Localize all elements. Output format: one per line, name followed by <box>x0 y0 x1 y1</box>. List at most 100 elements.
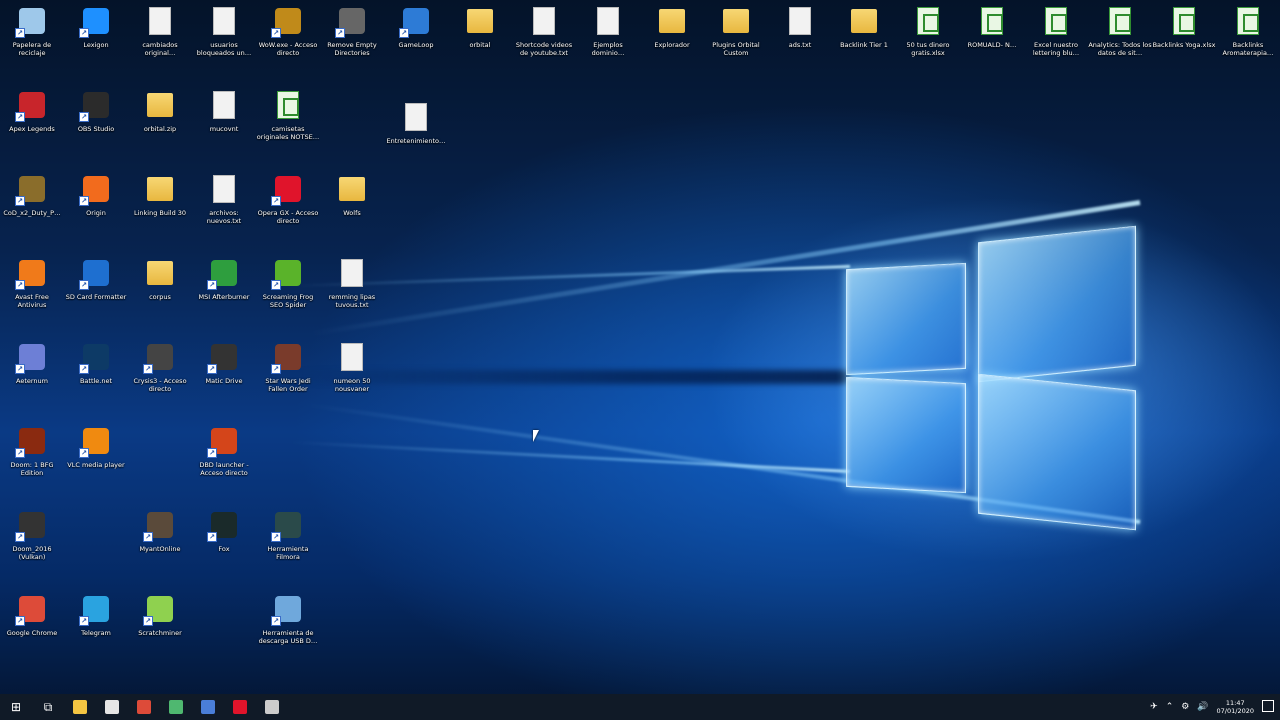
desktop-icon[interactable]: archivos: nuevos.txt <box>192 174 256 250</box>
desktop-icon[interactable]: ↗ Herramienta de descarga USB D… <box>256 594 320 670</box>
desktop-icon-label: Ejemplos dominio… <box>591 41 625 57</box>
desktop-icon[interactable]: ↗ Papelera de reciclaje <box>0 6 64 82</box>
shortcut-arrow-icon: ↗ <box>79 448 89 458</box>
settings-icon[interactable]: ⚙ <box>1181 702 1189 712</box>
clock-date: 07/01/2020 <box>1216 707 1254 715</box>
volume-icon[interactable]: 🔊 <box>1197 702 1208 712</box>
desktop-icon[interactable]: ↗ MSI Afterburner <box>192 258 256 334</box>
app-icon: ↗ <box>79 258 111 290</box>
desktop-icon[interactable]: orbital.zip <box>128 90 192 166</box>
chevron-up-icon[interactable]: ⌃ <box>1166 702 1174 712</box>
shortcut-arrow-icon: ↗ <box>271 364 281 374</box>
logo-pane <box>978 225 1136 383</box>
desktop-icon[interactable]: mucovnt <box>192 90 256 166</box>
desktop-icon[interactable]: Linking Build 30 <box>128 174 192 250</box>
desktop-icon[interactable]: ↗ Telegram <box>64 594 128 670</box>
telegram-icon[interactable] <box>160 694 192 720</box>
desktop-icon[interactable]: ROMUALD- N… <box>960 6 1024 82</box>
spreadsheet-icon <box>1041 6 1071 36</box>
desktop-icon-label: VLC media player <box>67 461 125 469</box>
shortcut-arrow-icon: ↗ <box>271 28 281 38</box>
desktop-icon[interactable]: Backlinks Yoga.xlsx <box>1152 6 1216 82</box>
desktop-icon[interactable]: ↗ Fox <box>192 510 256 586</box>
document-icon <box>145 6 175 36</box>
desktop-icon[interactable]: ↗ DBD launcher - Acceso directo <box>192 426 256 502</box>
app-icon: ↗ <box>143 594 175 626</box>
desktop-icon[interactable]: ↗ VLC media player <box>64 426 128 502</box>
chrome-icon[interactable] <box>128 694 160 720</box>
desktop-icon-label: Herramienta de descarga USB D… <box>258 629 318 645</box>
remote-icon[interactable] <box>192 694 224 720</box>
desktop-icon-label: Google Chrome <box>6 629 58 637</box>
desktop-icon[interactable]: ↗ Aeternum <box>0 342 64 418</box>
desktop-icon[interactable]: Excel nuestro lettering blu… <box>1024 6 1088 82</box>
desktop-icon[interactable]: Explorador <box>640 6 704 82</box>
desktop-icon[interactable]: Backlinks Aromaterapia… <box>1216 6 1280 82</box>
opera-icon[interactable] <box>224 694 256 720</box>
desktop-icon[interactable]: Wolfs <box>320 174 384 250</box>
desktop-icon[interactable]: ads.txt <box>768 6 832 82</box>
desktop-icon[interactable]: ↗ Crysis3 - Acceso directo <box>128 342 192 418</box>
shortcut-arrow-icon: ↗ <box>79 196 89 206</box>
desktop-icon[interactable]: Plugins Orbital Custom <box>704 6 768 82</box>
desktop-icon[interactable]: ↗ Star Wars Jedi Fallen Order <box>256 342 320 418</box>
shortcut-arrow-icon: ↗ <box>79 112 89 122</box>
zip-icon <box>145 90 175 120</box>
desktop-icon[interactable]: ↗ WoW.exe - Acceso directo <box>256 6 320 82</box>
desktop-icon[interactable]: 50 tus dinero gratis.xlsx <box>896 6 960 82</box>
desktop-icon[interactable]: ↗ MyantOnline <box>128 510 192 586</box>
shortcut-arrow-icon: ↗ <box>79 616 89 626</box>
logo-pane <box>846 376 966 494</box>
desktop-icon[interactable]: numeon 50 nousvaner <box>320 342 384 418</box>
desktop-icon[interactable]: ↗ Screaming Frog SEO Spider <box>256 258 320 334</box>
desktop-icon[interactable]: ↗ Origin <box>64 174 128 250</box>
desktop-icon-label: Star Wars Jedi Fallen Order <box>265 377 311 393</box>
desktop-icon[interactable]: ↗ Battle.net <box>64 342 128 418</box>
desktop-icon[interactable]: Analytics: Todos los datos de sit… <box>1088 6 1152 82</box>
windows-start-icon[interactable]: ⊞ <box>0 694 32 720</box>
desktop-icon[interactable]: ↗ Doom: 1 BFG Edition <box>0 426 64 502</box>
desktop-icon[interactable]: cambiados original… <box>128 6 192 82</box>
desktop-icon[interactable]: corpus <box>128 258 192 334</box>
notification-center-icon[interactable] <box>1262 700 1274 712</box>
desktop-icon[interactable]: ↗ Avast Free Antivirus <box>0 258 64 334</box>
logo-pane <box>846 262 966 376</box>
desktop-icon-label: Doom: 1 BFG Edition <box>10 461 54 477</box>
shortcut-arrow-icon: ↗ <box>399 28 409 38</box>
desktop-icon[interactable]: ↗ Apex Legends <box>0 90 64 166</box>
desktop-icon[interactable]: usuarios bloqueados un… <box>192 6 256 82</box>
desktop-icon[interactable]: ↗ Remove Empty Directories <box>320 6 384 82</box>
desktop-icon[interactable]: ↗ Herramienta Filmora <box>256 510 320 586</box>
app-icon: ↗ <box>399 6 431 38</box>
taskbar-clock[interactable]: 11:47 07/01/2020 <box>1217 699 1254 715</box>
desktop-icon[interactable]: Shortcode videos de youtube.txt <box>512 6 576 82</box>
document-icon <box>593 6 623 36</box>
desktop-icon[interactable]: ↗ Matic Drive <box>192 342 256 418</box>
desktop-icon[interactable]: remming lipas tuvous.txt <box>320 258 384 334</box>
desktop-icon[interactable]: Entretenimiento… <box>384 102 448 178</box>
desktop-icon[interactable]: ↗ Scratchminer <box>128 594 192 670</box>
obs-icon[interactable] <box>256 694 288 720</box>
desktop-icon[interactable]: ↗ GameLoop <box>384 6 448 82</box>
game-icon: ↗ <box>143 342 175 374</box>
system-tray: ✈ ⌃ ⚙ 🔊 11:47 07/01/2020 <box>1150 694 1280 720</box>
desktop-icon[interactable]: camisetas originales NOTSE… <box>256 90 320 166</box>
desktop-icon[interactable]: orbital <box>448 6 512 82</box>
desktop-icon[interactable]: Backlink Tier 1 <box>832 6 896 82</box>
shortcut-arrow-icon: ↗ <box>79 28 89 38</box>
desktop-icon[interactable]: ↗ Google Chrome <box>0 594 64 670</box>
antivirus-icon: ↗ <box>15 258 47 290</box>
desktop-icon[interactable]: Ejemplos dominio… <box>576 6 640 82</box>
desktop-icon[interactable]: ↗ Lexigon <box>64 6 128 82</box>
network-icon[interactable]: ✈ <box>1150 702 1158 712</box>
desktop-icon[interactable]: ↗ Doom_2016 (Vulkan) <box>0 510 64 586</box>
file-explorer-icon[interactable] <box>64 694 96 720</box>
desktop-icon[interactable]: ↗ CoD_x2_Duty_P… <box>0 174 64 250</box>
desktop-icon[interactable]: ↗ SD Card Formatter <box>64 258 128 334</box>
app-icon: ↗ <box>79 426 111 458</box>
shortcut-arrow-icon: ↗ <box>143 532 153 542</box>
task-view-icon[interactable]: ⧉ <box>32 694 64 720</box>
desktop-icon[interactable]: ↗ Opera GX - Acceso directo <box>256 174 320 250</box>
desktop-icon[interactable]: ↗ OBS Studio <box>64 90 128 166</box>
store-icon[interactable] <box>96 694 128 720</box>
